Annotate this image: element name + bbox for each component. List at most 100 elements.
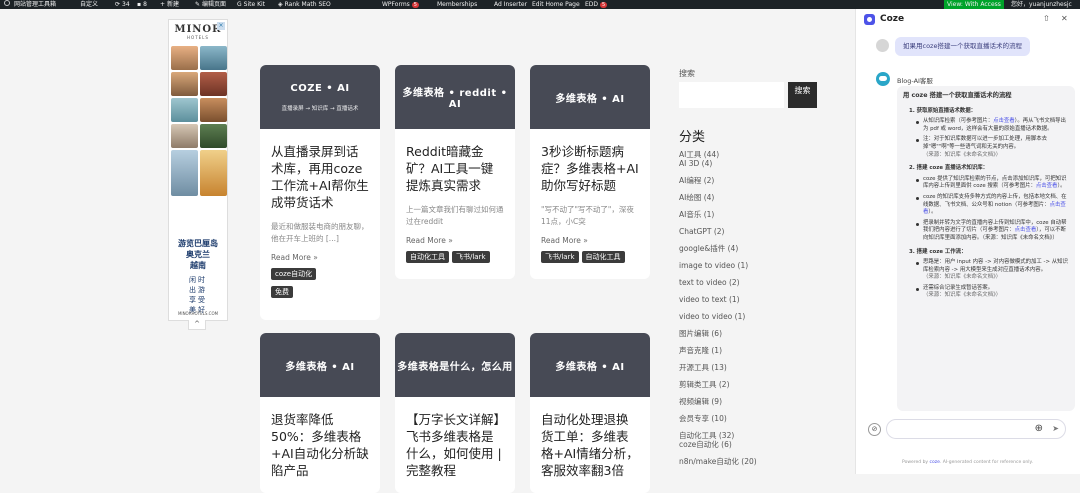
adminbar-view-access[interactable]: View: With Access [944,0,1004,9]
answer-source: （来源：知识库《未命名文档》） [923,292,1002,299]
tag-link[interactable]: 自动化工具 [406,251,449,263]
tag-link[interactable]: 免费 [271,286,293,298]
answer-item: coze 的知识库支持多种方式的内容上传，包括本地文档、在线数据、飞书文档、公众… [915,194,1069,217]
category-link[interactable]: coze自动化 (6) [679,440,829,449]
search-label: 搜索 [679,69,695,78]
post-card[interactable]: 多维表格 • reddit • AI Reddit暗藏金矿？AI工具一键提炼真实… [395,65,515,279]
category-link[interactable]: 自动化工具 (32) [679,431,829,440]
post-card[interactable]: 多维表格 • AI 自动化处理退换货工单：多维表格+AI情绪分析，客服效率翻3倍 [530,333,650,493]
post-excerpt: 最近和做服装电商的朋友聊，他在开车上班的 [...] [271,222,369,243]
category-link[interactable]: 会员专享 (10) [679,414,829,423]
adminbar-rank-math[interactable]: ◈ Rank Math SEO [278,0,331,9]
post-title[interactable]: Reddit暗藏金矿？AI工具一键提炼真实需求 [406,143,504,194]
chat-input[interactable]: ⊕ ➤ [886,419,1066,439]
category-link[interactable]: AI音乐 (1) [679,210,829,219]
category-link[interactable]: AI 3D (4) [679,159,829,168]
post-title[interactable]: 【万字长文详解】飞书多维表格是什么，如何使用 | 完整教程 [406,411,504,479]
ad-title: 游览巴厘岛 奥克兰 越南 [169,238,227,271]
category-link[interactable]: 图片编辑 (6) [679,329,829,338]
thumbnail-title: 多维表格 • AI [285,361,355,373]
post-excerpt: 上一篇文章我们有聊过如何通过在reddit [406,205,504,226]
post-title[interactable]: 退货率降低50%：多维表格+AI自动化分析缺陷产品 [271,411,369,479]
post-card[interactable]: 多维表格 • AI 3秒诊断标题病症？多维表格+AI助你写好标题 "写不动了"写… [530,65,650,279]
adminbar-comments[interactable]: ▪ 8 [137,0,147,9]
read-more-link[interactable]: Read More » [541,236,639,245]
post-card[interactable]: COZE • AI 直播录屏 → 知识库 → 直播话术 从直播录屏到话术库，再用… [260,65,380,320]
ad-choices-icon[interactable]: × [217,22,225,30]
post-title[interactable]: 自动化处理退换货工单：多维表格+AI情绪分析，客服效率翻3倍 [541,411,639,479]
reference-link[interactable]: 点击查看 [1015,227,1037,233]
post-thumbnail[interactable]: 多维表格 • AI [530,65,650,129]
ad-banner[interactable]: × MINOR HOTELS 游览巴厘岛 奥克兰 越南 闲时 出游 享受 美好 … [168,19,228,321]
category-link[interactable]: AI工具 (44) [679,150,829,159]
adminbar-new[interactable]: + 新建 [160,0,179,9]
category-link[interactable]: AI绘图 (4) [679,193,829,202]
read-more-link[interactable]: Read More » [406,236,504,245]
adminbar-customize[interactable]: 自定义 [80,0,98,9]
chevron-up-icon: ^ [194,320,200,328]
category-link[interactable]: google&插件 (4) [679,244,829,253]
post-thumbnail[interactable]: 多维表格是什么，怎么用 [395,333,515,397]
post-thumbnail[interactable]: 多维表格 • AI [260,333,380,397]
search-button[interactable]: 搜索 [788,82,817,108]
footer-brand-link[interactable]: coze [930,460,940,465]
adminbar-edd[interactable]: EDD 5 [585,0,608,9]
answer-item-text: 从知识库检索（可参考图片： [923,118,994,125]
category-link[interactable]: 视频编辑 (9) [679,397,829,406]
category-link[interactable]: 剪辑类工具 (2) [679,380,829,389]
bot-avatar [876,72,890,86]
reference-link[interactable]: 点击查看 [1036,183,1058,189]
send-icon[interactable]: ➤ [1052,424,1059,433]
category-link[interactable]: 开源工具 (13) [679,363,829,372]
adminbar-site-name[interactable]: 网站管理工具箱 [14,0,56,9]
tag-link[interactable]: 自动化工具 [581,251,625,263]
adminbar-memberships[interactable]: Memberships [437,0,477,9]
read-more-link[interactable]: Read More » [271,253,369,262]
category-link[interactable]: video to video (1) [679,312,829,321]
tag-link[interactable]: coze自动化 [271,268,317,280]
category-link[interactable]: n8n/make自动化 (20) [679,457,829,466]
post-thumbnail[interactable]: COZE • AI 直播录屏 → 知识库 → 直播话术 [260,65,380,129]
ad-photo [171,98,198,122]
thumbnail-title: 多维表格 • AI [555,93,625,105]
wp-logo-icon[interactable] [4,0,10,6]
ad-collapse-button[interactable]: ^ [188,320,206,330]
share-icon[interactable]: ⇧ [1043,14,1050,23]
category-link[interactable]: text to video (2) [679,278,829,287]
adminbar-edit-home[interactable]: Edit Home Page [532,0,580,9]
reference-link[interactable]: 点击查看 [993,118,1015,124]
bot-name: Blog-AI客服 [897,77,933,85]
adminbar-edit-page[interactable]: ✎ 编辑页面 [195,0,226,9]
add-attachment-icon[interactable]: ⊕ [1035,423,1043,435]
category-link[interactable]: 声音克隆 (1) [679,346,829,355]
thumbnail-subtitle: 直播录屏 → 知识库 → 直播话术 [281,105,359,112]
post-card[interactable]: 多维表格 • AI 退货率降低50%：多维表格+AI自动化分析缺陷产品 [260,333,380,493]
post-thumbnail[interactable]: 多维表格 • reddit • AI [395,65,515,129]
new-chat-icon[interactable]: ⊘ [868,422,881,436]
ad-title-line: 越南 [190,261,206,270]
adminbar-greeting[interactable]: 您好，yuanjunzhesjc [1011,0,1072,9]
ad-photos [171,46,227,198]
user-avatar [876,39,889,52]
category-link[interactable]: ChatGPT (2) [679,227,829,236]
categories-title: 分类 [679,130,706,145]
adminbar-wpforms[interactable]: WPForms 5 [382,0,419,9]
post-card[interactable]: 多维表格是什么，怎么用 【万字长文详解】飞书多维表格是什么，如何使用 | 完整教… [395,333,515,493]
answer-step-list: 从知识库检索（可参考图片：点击查看）。再从飞书文档导出为 pdf 或 word，… [903,118,1069,159]
answer-source: （来源：知识库《未命名文档》） [923,151,1002,158]
post-thumbnail[interactable]: 多维表格 • AI [530,333,650,397]
search-input[interactable] [679,82,784,108]
post-title[interactable]: 从直播录屏到话术库，再用coze工作流+AI帮你生成带货话术 [271,143,369,211]
close-icon[interactable]: ✕ [1061,14,1068,23]
category-link[interactable]: video to text (1) [679,295,829,304]
adminbar-site-kit[interactable]: G Site Kit [237,0,265,9]
edit-page-label: 编辑页面 [202,1,227,8]
adminbar-ad-inserter[interactable]: Ad Inserter [494,0,527,9]
tag-link[interactable]: 飞书/lark [541,251,579,263]
post-title[interactable]: 3秒诊断标题病症？多维表格+AI助你写好标题 [541,143,639,194]
category-link[interactable]: AI编程 (2) [679,176,829,185]
adminbar-updates[interactable]: ⟳ 34 [115,0,130,9]
category-link[interactable]: image to video (1) [679,261,829,270]
tag-link[interactable]: 飞书/lark [452,251,490,263]
user-message-row: 如果用coze搭建一个获取直播话术的流程 [876,37,1030,56]
